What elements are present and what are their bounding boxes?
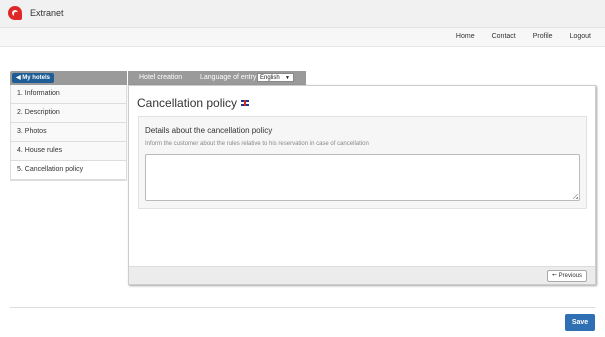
logo-icon (8, 6, 22, 20)
cancellation-policy-panel: Cancellation policy Details about the ca… (128, 85, 596, 285)
previous-button[interactable]: 🠔 Previous (546, 270, 587, 282)
cancellation-policy-textarea[interactable] (145, 154, 580, 201)
panel-footer: 🠔 Previous (129, 266, 595, 284)
card-help-text: Inform the customer about the rules rela… (145, 141, 369, 147)
sidebar-item-information[interactable]: 1. Information (11, 85, 126, 104)
previous-label: Previous (558, 273, 582, 279)
tab-bar: Hotel creation Language of entry English… (128, 71, 306, 85)
policy-details-card: Details about the cancellation policy In… (138, 116, 587, 209)
brand-title: Extranet (30, 8, 64, 18)
sidebar-item-photos[interactable]: 3. Photos (11, 123, 126, 142)
language-select[interactable]: English ▼ (257, 73, 294, 82)
sidebar-item-cancellation-policy[interactable]: 5. Cancellation policy (11, 161, 126, 180)
sidebar: ◀ My hotels 1. Information 2. Descriptio… (10, 71, 127, 181)
nav-contact[interactable]: Contact (492, 33, 516, 40)
nav-home[interactable]: Home (456, 33, 475, 40)
tab-hotel-creation[interactable]: Hotel creation (139, 71, 182, 85)
uk-flag-icon (241, 100, 250, 106)
sidebar-item-house-rules[interactable]: 4. House rules (11, 142, 126, 161)
top-bar: Extranet (0, 0, 605, 28)
resize-grip-icon[interactable] (573, 194, 578, 199)
arrow-left-icon: 🠔 (551, 273, 557, 279)
page-title-text: Cancellation policy (137, 96, 238, 110)
main-nav: Home Contact Profile Logout (0, 28, 605, 47)
divider (10, 307, 595, 308)
sidebar-header: ◀ My hotels (10, 71, 127, 85)
arrow-left-icon: ◀ (16, 75, 21, 81)
sidebar-item-description[interactable]: 2. Description (11, 104, 126, 123)
save-button[interactable]: Save (565, 314, 595, 331)
language-label: Language of entry (200, 74, 257, 81)
chevron-down-icon: ▼ (285, 75, 290, 81)
my-hotels-button[interactable]: ◀ My hotels (12, 73, 54, 83)
my-hotels-label: My hotels (22, 75, 50, 81)
card-title: Details about the cancellation policy (145, 126, 273, 135)
nav-profile[interactable]: Profile (533, 33, 553, 40)
nav-logout[interactable]: Logout (570, 33, 591, 40)
page-title: Cancellation policy (137, 96, 250, 110)
language-value: English (260, 75, 280, 81)
